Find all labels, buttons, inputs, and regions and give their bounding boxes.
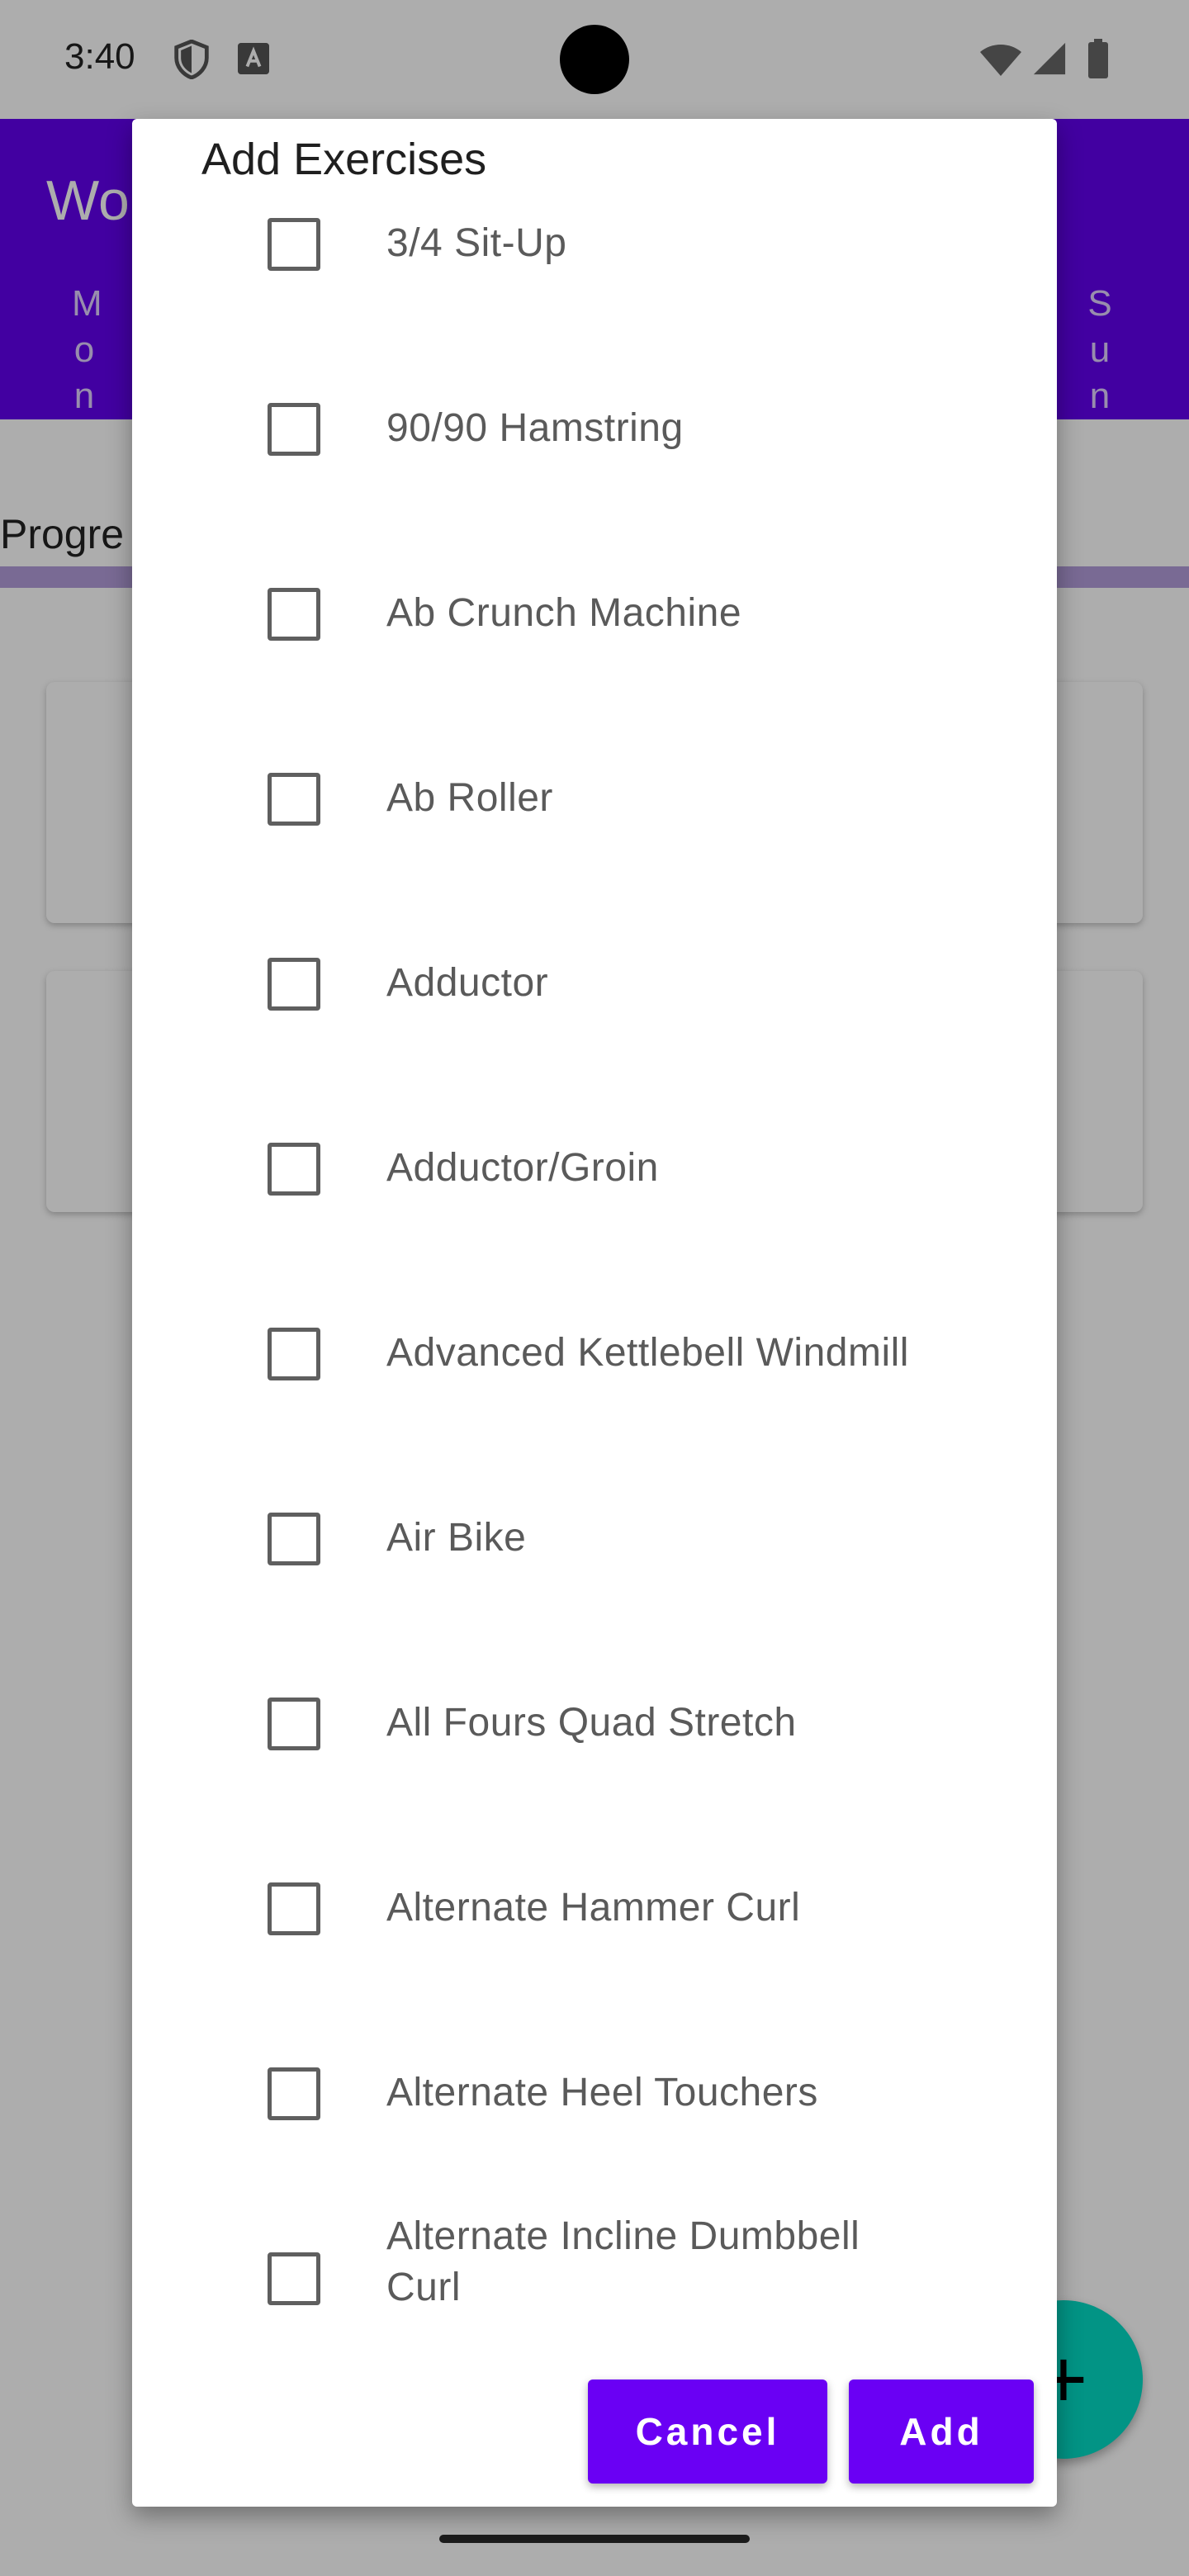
exercise-label: Adductor/Groin <box>386 1146 659 1190</box>
exercise-label: Alternate Heel Touchers <box>386 2071 818 2114</box>
exercise-checkbox[interactable] <box>268 588 320 641</box>
exercise-checkbox[interactable] <box>268 1513 320 1565</box>
list-item[interactable]: 3/4 Sit-Up <box>132 192 1057 337</box>
exercise-checkbox[interactable] <box>268 1698 320 1750</box>
exercise-checkbox[interactable] <box>268 958 320 1011</box>
list-item[interactable]: All Fours Quad Stretch <box>132 1631 1057 1816</box>
exercise-label: Alternate Incline Dumbbell Curl <box>386 2214 860 2309</box>
exercise-label: 90/90 Hamstring <box>386 406 684 450</box>
list-item[interactable]: Ab Crunch Machine <box>132 522 1057 707</box>
exercise-checkbox[interactable] <box>268 1882 320 1935</box>
list-item[interactable]: Adductor <box>132 892 1057 1077</box>
exercise-label: Alternate Hammer Curl <box>386 1886 801 1930</box>
exercise-label: Advanced Kettlebell Windmill <box>386 1331 909 1375</box>
add-exercises-dialog: Add Exercises 3/4 Sit-Up 90/90 Hamstring… <box>132 119 1057 2507</box>
exercise-checkbox[interactable] <box>268 773 320 826</box>
exercise-label: Ab Crunch Machine <box>386 591 742 635</box>
exercise-checkbox[interactable] <box>268 1143 320 1196</box>
exercise-checkbox[interactable] <box>268 1328 320 1380</box>
list-item[interactable]: Air Bike <box>132 1447 1057 1631</box>
exercise-checkbox[interactable] <box>268 403 320 456</box>
exercise-label: All Fours Quad Stretch <box>386 1701 797 1745</box>
list-item[interactable]: Advanced Kettlebell Windmill <box>132 1262 1057 1447</box>
exercise-list[interactable]: 3/4 Sit-Up 90/90 Hamstring Ab Crunch Mac… <box>132 192 1057 2451</box>
exercise-label: Air Bike <box>386 1516 527 1560</box>
exercise-checkbox[interactable] <box>268 218 320 271</box>
dialog-title: Add Exercises <box>201 135 487 184</box>
list-item[interactable]: Alternate Heel Touchers <box>132 2001 1057 2186</box>
exercise-label: Adductor <box>386 961 549 1005</box>
list-item[interactable]: Alternate Incline Dumbbell Curl <box>132 2186 1057 2371</box>
list-item[interactable]: 90/90 Hamstring <box>132 337 1057 522</box>
exercise-label: Ab Roller <box>386 776 553 820</box>
exercise-checkbox[interactable] <box>268 2252 320 2305</box>
cancel-button[interactable]: Cancel <box>588 2379 827 2484</box>
list-item[interactable]: Alternate Hammer Curl <box>132 1816 1057 2001</box>
exercise-label: 3/4 Sit-Up <box>386 221 567 265</box>
list-item[interactable]: Ab Roller <box>132 707 1057 892</box>
add-button[interactable]: Add <box>849 2379 1034 2484</box>
exercise-checkbox[interactable] <box>268 2067 320 2120</box>
list-item[interactable]: Adductor/Groin <box>132 1077 1057 1262</box>
